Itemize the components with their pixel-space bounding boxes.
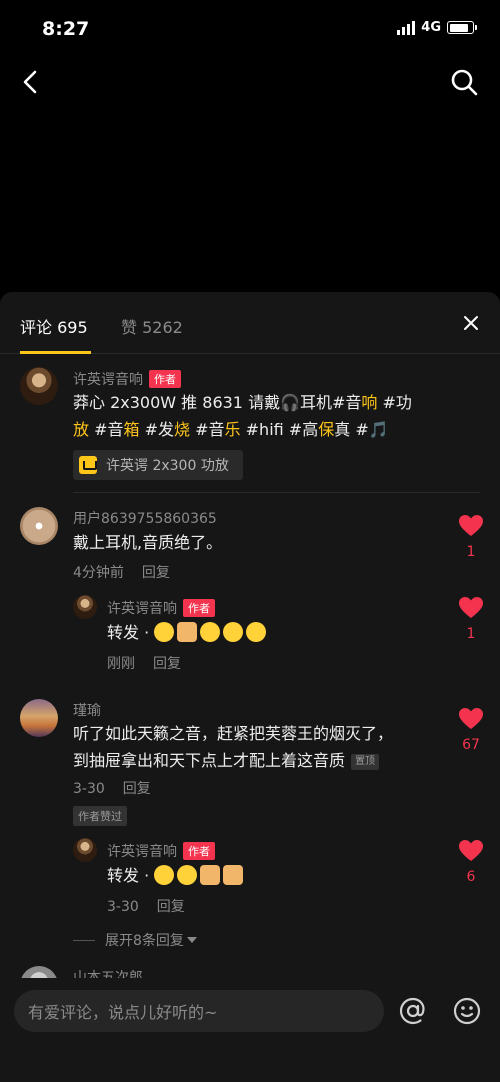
reply-text: 转发 ·: [107, 862, 246, 889]
commenter-avatar[interactable]: [20, 699, 58, 737]
rofl-emoji-icon: [177, 865, 198, 885]
crying-laugh-emoji-icon: [223, 622, 244, 642]
thumbs-up-emoji-icon: [223, 865, 244, 885]
mention-button[interactable]: [398, 996, 428, 1026]
active-tab-indicator: [20, 351, 91, 354]
divider: [73, 492, 480, 493]
author-tag: 作者: [149, 370, 181, 388]
emoji-button[interactable]: [452, 996, 482, 1026]
post-text-line1: 莽心 2x300W 推 8631 请戴🎧耳机#音响 #功: [73, 393, 412, 412]
comment-input[interactable]: 有爱评论，说点儿好听的~: [14, 990, 384, 1032]
at-icon: [399, 997, 425, 1025]
signal-icon: [397, 20, 416, 35]
scream-emoji-icon: [154, 622, 175, 642]
comments-panel: 评论 695 赞 5262 许英谔音响 作者 莽心 2x300W 推 8631 请…: [0, 292, 500, 1082]
like-count: 67: [462, 737, 480, 753]
heart-icon: [459, 708, 483, 729]
commenter-name[interactable]: 用户8639755860365: [73, 508, 217, 528]
back-button[interactable]: [14, 64, 50, 100]
chevron-left-icon: [23, 70, 37, 94]
rofl-emoji-icon: [246, 622, 267, 642]
author-name[interactable]: 许英谔音响 作者: [73, 369, 181, 389]
battery-icon: [447, 21, 477, 34]
post-text: 莽心 2x300W 推 8631 请戴🎧耳机#音响 #功 放 #音箱 #发烧 #…: [73, 389, 483, 443]
like-button[interactable]: 6: [456, 839, 486, 885]
heart-icon: [459, 840, 483, 861]
caret-down-icon: [186, 937, 197, 943]
tab-comments[interactable]: 评论 695: [20, 314, 88, 338]
reply-button[interactable]: 回复: [123, 781, 151, 797]
commenter-name[interactable]: 瑾瑜: [73, 700, 101, 720]
reply-button[interactable]: 回复: [157, 899, 185, 915]
expand-line: [73, 939, 95, 941]
expand-replies-button[interactable]: 展开8条回复: [73, 930, 197, 950]
post-text-line2: 放 #音箱 #发烧 #音乐 #hifi #高保真 #🎵: [73, 420, 389, 439]
top-bar: [0, 60, 500, 104]
like-button[interactable]: 1: [456, 514, 486, 560]
close-icon: [464, 316, 478, 330]
network-type: 4G: [421, 20, 441, 35]
grin-emoji-icon: [154, 865, 175, 885]
author-name-text: 许英谔音响: [73, 372, 143, 388]
comment-input-bar: 有爱评论，说点儿好听的~: [0, 978, 500, 1082]
like-button[interactable]: 67: [456, 707, 486, 753]
status-time: 8:27: [42, 18, 90, 40]
reply-button[interactable]: 回复: [153, 656, 181, 672]
reply-meta: 3-30 回复: [107, 899, 185, 915]
author-tag: 作者: [183, 842, 215, 860]
grin-emoji-icon: [200, 622, 221, 642]
comment-text: 听了如此天籁之音，赶紧把芙蓉王的烟灭了， 到抽屉拿出和天下点上才配上着这音质 置顶: [73, 724, 394, 770]
author-avatar[interactable]: [20, 367, 58, 405]
like-count: 1: [466, 544, 476, 560]
author-praised-tag: 作者赞过: [73, 806, 127, 826]
tab-likes[interactable]: 赞 5262: [121, 314, 183, 338]
comment-time: 4分钟前: [73, 565, 124, 581]
like-count: 6: [466, 869, 476, 885]
smiley-icon: [453, 997, 481, 1025]
heart-icon: [459, 597, 483, 618]
comment-text: 戴上耳机,音质绝了。: [73, 533, 223, 552]
reply-button[interactable]: 回复: [142, 565, 170, 581]
status-bar: 8:27 4G: [0, 0, 500, 60]
shopping-cart-icon: [79, 456, 97, 474]
expand-label: 展开8条回复: [105, 933, 184, 949]
like-button[interactable]: 1: [456, 596, 486, 642]
comment-tabs: 评论 695 赞 5262: [0, 292, 500, 354]
thumbs-up-emoji-icon: [177, 622, 198, 642]
reply-author[interactable]: 许英谔音响 作者: [107, 598, 215, 618]
comment-meta: 3-30 回复: [73, 781, 151, 797]
comment-meta: 4分钟前 回复: [73, 562, 170, 582]
search-button[interactable]: [446, 64, 482, 100]
search-icon: [451, 69, 478, 96]
clap-emoji-icon: [200, 865, 221, 885]
reply-meta: 刚刚 回复: [107, 656, 181, 672]
reply-author[interactable]: 许英谔音响 作者: [107, 841, 215, 861]
commenter-avatar[interactable]: [20, 507, 58, 545]
product-label: 许英谔 2x300 功放: [106, 458, 229, 474]
author-tag: 作者: [183, 599, 215, 617]
reply-avatar[interactable]: [73, 838, 97, 862]
pinned-tag: 置顶: [351, 754, 380, 770]
close-button[interactable]: [462, 314, 480, 332]
product-card[interactable]: 许英谔 2x300 功放: [73, 450, 243, 480]
status-indicators: 4G: [397, 20, 477, 35]
reply-text: 转发 ·: [107, 619, 269, 646]
like-count: 1: [466, 626, 476, 642]
heart-icon: [459, 515, 483, 536]
reply-avatar[interactable]: [73, 595, 97, 619]
